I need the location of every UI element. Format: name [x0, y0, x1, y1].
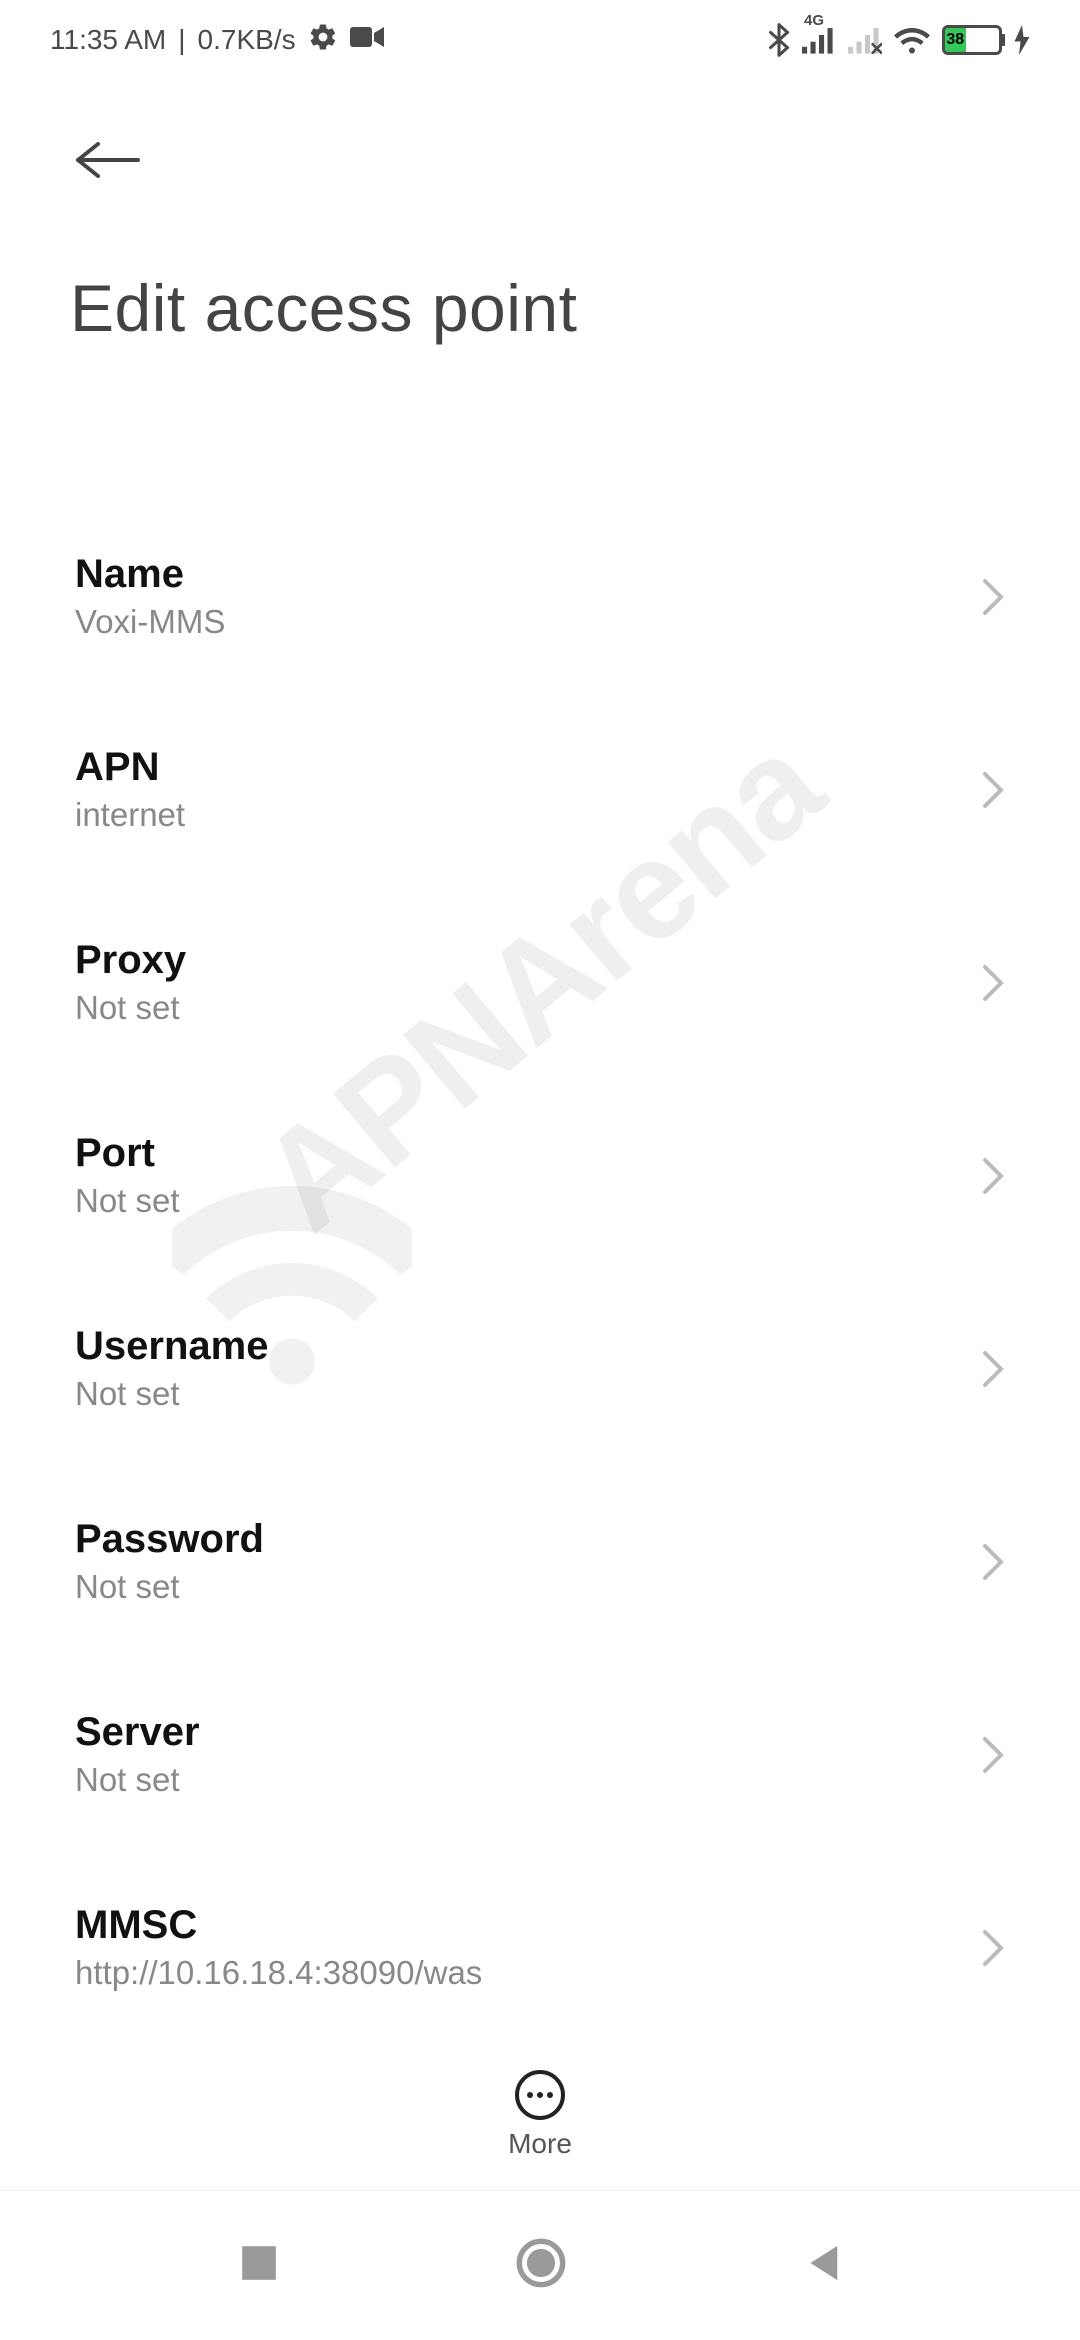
- status-right: 4G 38: [768, 23, 1030, 57]
- row-value: Not set: [75, 1568, 981, 1606]
- chevron-right-icon: [981, 770, 1005, 810]
- row-password[interactable]: Password Not set: [75, 1465, 1005, 1658]
- chevron-right-icon: [981, 577, 1005, 617]
- status-time: 11:35 AM: [50, 24, 166, 56]
- nav-back-icon[interactable]: [802, 2242, 842, 2289]
- row-value: Not set: [75, 1761, 981, 1799]
- system-nav-bar: [0, 2190, 1080, 2340]
- camera-icon: [350, 24, 384, 56]
- battery-icon: 38: [942, 25, 1002, 55]
- status-divider: |: [178, 24, 185, 56]
- nav-home-icon[interactable]: [515, 2237, 567, 2294]
- back-arrow-icon[interactable]: [70, 140, 145, 180]
- row-label: APN: [75, 745, 981, 790]
- row-value: Not set: [75, 989, 981, 1027]
- bluetooth-icon: [768, 23, 790, 57]
- chevron-right-icon: [981, 1735, 1005, 1775]
- charging-icon: [1014, 25, 1030, 55]
- chevron-right-icon: [981, 963, 1005, 1003]
- settings-list: Name Voxi-MMS APN internet Proxy Not set…: [0, 500, 1080, 2090]
- row-label: Name: [75, 552, 981, 597]
- chevron-right-icon: [981, 1928, 1005, 1968]
- chevron-right-icon: [981, 1349, 1005, 1389]
- page-title: Edit access point: [0, 205, 1080, 376]
- battery-level: 38: [945, 28, 966, 52]
- row-server[interactable]: Server Not set: [75, 1658, 1005, 1851]
- row-value: Not set: [75, 1182, 981, 1220]
- row-label: Server: [75, 1710, 981, 1755]
- wifi-icon: [894, 26, 930, 54]
- signal-nosim-icon: [848, 26, 882, 54]
- row-apn[interactable]: APN internet: [75, 693, 1005, 886]
- row-value: http://10.16.18.4:38090/was: [75, 1954, 981, 1992]
- gear-icon: [308, 22, 338, 59]
- row-mmsc[interactable]: MMSC http://10.16.18.4:38090/was: [75, 1851, 1005, 2044]
- row-label: Port: [75, 1131, 981, 1176]
- status-rate: 0.7KB/s: [198, 24, 296, 56]
- row-label: Proxy: [75, 938, 981, 983]
- status-bar: 11:35 AM | 0.7KB/s 4G 38: [0, 0, 1080, 80]
- signal-4g-icon: 4G: [802, 26, 836, 54]
- chevron-right-icon: [981, 1542, 1005, 1582]
- row-label: Username: [75, 1324, 981, 1369]
- nav-recents-icon[interactable]: [238, 2242, 280, 2289]
- chevron-right-icon: [981, 1156, 1005, 1196]
- row-value: internet: [75, 796, 981, 834]
- status-left: 11:35 AM | 0.7KB/s: [50, 22, 384, 59]
- row-name[interactable]: Name Voxi-MMS: [75, 500, 1005, 693]
- row-username[interactable]: Username Not set: [75, 1272, 1005, 1465]
- more-button[interactable]: More: [0, 2060, 1080, 2170]
- more-label: More: [508, 2128, 572, 2160]
- row-proxy[interactable]: Proxy Not set: [75, 886, 1005, 1079]
- row-port[interactable]: Port Not set: [75, 1079, 1005, 1272]
- row-value: Not set: [75, 1375, 981, 1413]
- row-label: MMSC: [75, 1903, 981, 1948]
- row-label: Password: [75, 1517, 981, 1562]
- more-icon: [515, 2070, 565, 2120]
- row-value: Voxi-MMS: [75, 603, 981, 641]
- header-bar: [0, 80, 1080, 205]
